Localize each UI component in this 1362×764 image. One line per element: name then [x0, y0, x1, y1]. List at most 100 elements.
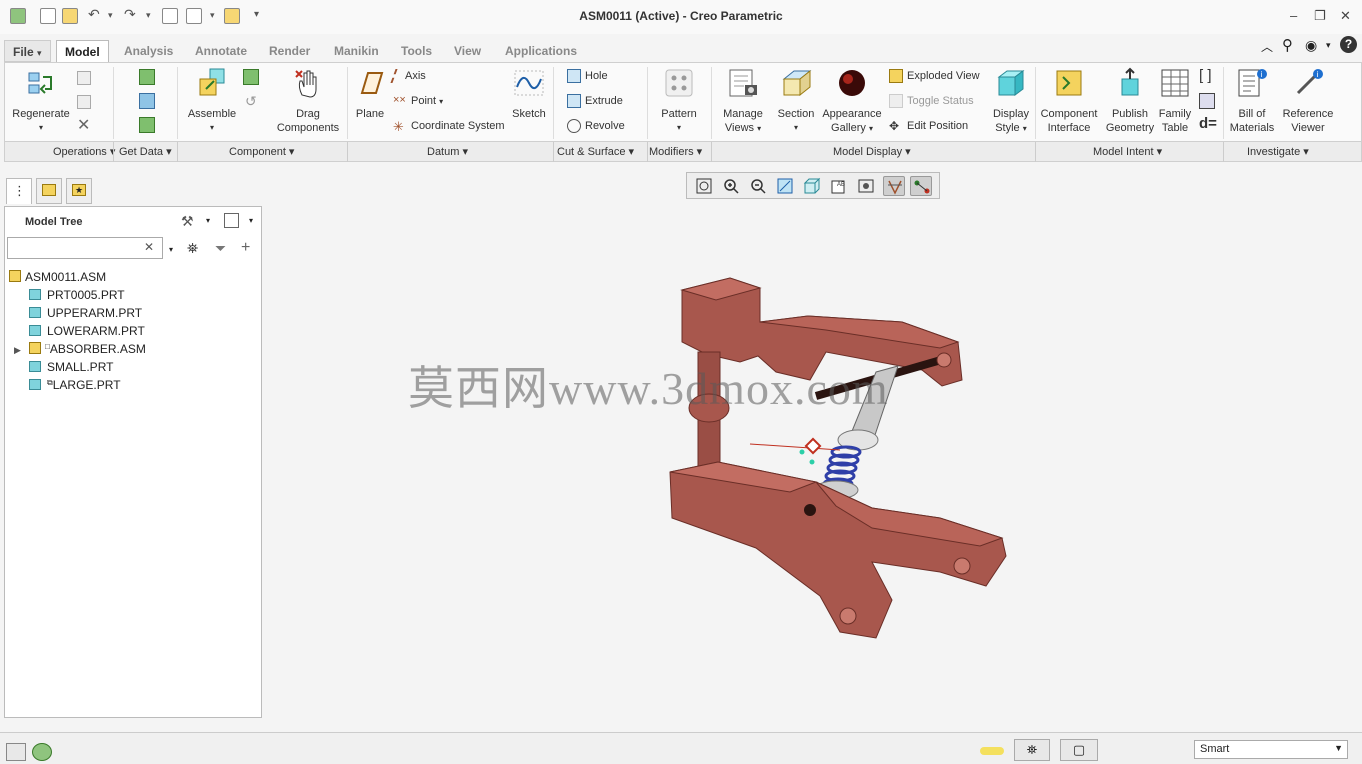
- tree-item-upperarm[interactable]: UPPERARM.PRT: [29, 306, 142, 324]
- section-button[interactable]: Section ▾: [771, 67, 821, 135]
- favorites-tab[interactable]: ★: [66, 178, 92, 204]
- hole-button[interactable]: Hole: [567, 69, 608, 83]
- show-options-dropdown-icon[interactable]: ▾: [249, 216, 253, 225]
- model-tree-search-input[interactable]: ✕: [7, 237, 163, 259]
- axis-button[interactable]: Axis: [390, 69, 426, 83]
- show-browser-icon[interactable]: [32, 743, 52, 761]
- annotation-display-icon[interactable]: [910, 176, 932, 196]
- edit-position-button[interactable]: ✥ Edit Position: [889, 119, 968, 133]
- repaint-icon[interactable]: [774, 176, 796, 196]
- group-investigate[interactable]: Investigate ▾: [1247, 145, 1309, 158]
- close-button[interactable]: ✕: [1340, 8, 1351, 24]
- tab-tools[interactable]: Tools: [393, 40, 440, 62]
- switch-dimensions-icon[interactable]: d=: [1199, 115, 1217, 132]
- view-manager-icon[interactable]: [855, 176, 877, 196]
- user-defined-feature-icon[interactable]: [139, 69, 155, 85]
- zoom-in-icon[interactable]: [720, 176, 742, 196]
- find-binoculars-icon[interactable]: ⛯: [187, 240, 198, 257]
- add-icon[interactable]: +: [241, 239, 250, 257]
- community-dropdown-icon[interactable]: ▾: [1326, 40, 1331, 51]
- expand-arrow-icon[interactable]: ▶: [14, 345, 21, 356]
- clear-search-icon[interactable]: ✕: [144, 240, 154, 254]
- component-interface-button[interactable]: Component Interface: [1037, 67, 1101, 135]
- shrinkwrap-icon[interactable]: [139, 117, 155, 133]
- tab-analysis[interactable]: Analysis: [116, 40, 181, 62]
- appearance-gallery-button[interactable]: Appearance Gallery ▾: [819, 67, 885, 136]
- zoom-out-icon[interactable]: [747, 176, 769, 196]
- regenerate-button[interactable]: Regenerate ▾: [9, 67, 73, 135]
- search-help-icon[interactable]: ⚲: [1282, 36, 1293, 54]
- restore-button[interactable]: ❐: [1314, 8, 1326, 24]
- model-tree-tab-icon: ⋮: [13, 183, 26, 198]
- sketch-button[interactable]: Sketch: [509, 67, 549, 121]
- refit-icon[interactable]: [693, 176, 715, 196]
- publish-geometry-button[interactable]: Publish Geometry: [1101, 67, 1159, 135]
- repeat-icon[interactable]: ↺: [245, 93, 257, 110]
- create-component-icon[interactable]: [243, 69, 259, 85]
- group-datum[interactable]: Datum ▾: [427, 145, 468, 158]
- group-operations[interactable]: Operations ▾: [53, 145, 115, 158]
- filter-dropdown-icon[interactable]: ▼: [1334, 743, 1343, 753]
- settings-icon[interactable]: ⚒: [181, 213, 194, 230]
- model-tree-title: Model Tree: [25, 216, 83, 228]
- search-options-dropdown-icon[interactable]: ▾: [169, 245, 173, 254]
- extrude-button[interactable]: Extrude: [567, 94, 623, 108]
- group-model-intent[interactable]: Model Intent ▾: [1093, 145, 1162, 158]
- revolve-button[interactable]: Revolve: [567, 119, 625, 133]
- community-icon[interactable]: ◉: [1305, 37, 1317, 54]
- settings-dropdown-icon[interactable]: ▾: [206, 216, 210, 225]
- show-options-icon[interactable]: [224, 213, 239, 228]
- datum-display-filters-icon[interactable]: [883, 176, 905, 196]
- show-navigator-icon[interactable]: [6, 743, 26, 761]
- bill-of-materials-button[interactable]: i Bill of Materials: [1227, 67, 1277, 135]
- tab-manikin[interactable]: Manikin: [326, 40, 387, 62]
- tree-item-large[interactable]: ⧉LARGE.PRT: [29, 378, 121, 396]
- tab-annotate[interactable]: Annotate: [187, 40, 255, 62]
- tree-item-prt0005[interactable]: PRT0005.PRT: [29, 288, 125, 306]
- toggle-status-button[interactable]: Toggle Status: [889, 94, 974, 108]
- drag-components-button[interactable]: Drag Components: [273, 67, 343, 135]
- tab-applications[interactable]: Applications: [497, 40, 585, 62]
- model-graphics-area[interactable]: [640, 260, 1040, 660]
- display-style-button[interactable]: Display Style ▾: [987, 67, 1035, 136]
- group-cut-surface[interactable]: Cut & Surface ▾: [557, 145, 634, 158]
- paste-icon[interactable]: [77, 95, 91, 109]
- tab-file[interactable]: File ▾: [4, 40, 51, 62]
- tree-item-asm0011[interactable]: ASM0011.ASM: [9, 270, 106, 288]
- group-model-display[interactable]: Model Display ▾: [833, 145, 911, 158]
- folder-browser-tab[interactable]: [36, 178, 62, 204]
- delete-icon[interactable]: ✕: [77, 115, 90, 135]
- selection-box-icon[interactable]: ▢: [1060, 739, 1098, 761]
- collapse-ribbon-icon[interactable]: ︿: [1261, 38, 1273, 55]
- assemble-button[interactable]: Assemble ▾: [181, 67, 243, 135]
- selection-filter-select[interactable]: Smart ▼: [1194, 740, 1348, 759]
- minimize-button[interactable]: –: [1290, 8, 1297, 23]
- coordinate-system-button[interactable]: ✳ Coordinate System: [393, 119, 505, 134]
- find-icon[interactable]: ⛯: [1014, 739, 1050, 761]
- tree-item-absorber[interactable]: □ABSORBER.ASM: [29, 342, 146, 360]
- filter-icon[interactable]: ⏷: [215, 240, 226, 257]
- model-tree-tab[interactable]: ⋮: [6, 178, 32, 204]
- pattern-button[interactable]: Pattern ▾: [651, 67, 707, 135]
- tree-item-small[interactable]: SMALL.PRT: [29, 360, 113, 378]
- help-icon[interactable]: ?: [1340, 36, 1357, 53]
- group-get-data[interactable]: Get Data ▾: [119, 145, 172, 158]
- family-table-button[interactable]: Family Table: [1155, 67, 1195, 135]
- exploded-view-button[interactable]: Exploded View: [889, 69, 980, 83]
- group-modifiers[interactable]: Modifiers ▾: [649, 145, 702, 158]
- plane-button[interactable]: Plane: [351, 67, 389, 121]
- tab-model[interactable]: Model: [56, 40, 109, 62]
- tab-view[interactable]: View: [446, 40, 489, 62]
- copy-geometry-icon[interactable]: [139, 93, 155, 109]
- tree-item-lowerarm[interactable]: LOWERARM.PRT: [29, 324, 145, 342]
- group-component[interactable]: Component ▾: [229, 145, 294, 158]
- copy-icon[interactable]: [77, 71, 91, 85]
- reference-viewer-button[interactable]: i Reference Viewer: [1277, 67, 1339, 135]
- relations-icon[interactable]: [ ]: [1199, 67, 1212, 84]
- manage-views-button[interactable]: Manage Views ▾: [715, 67, 771, 136]
- tab-render[interactable]: Render: [261, 40, 318, 62]
- display-style-view-icon[interactable]: [801, 176, 823, 196]
- saved-orientations-icon[interactable]: AB: [828, 176, 850, 196]
- parameters-icon[interactable]: [1199, 93, 1215, 109]
- point-button[interactable]: ×× Point ▾: [393, 94, 443, 108]
